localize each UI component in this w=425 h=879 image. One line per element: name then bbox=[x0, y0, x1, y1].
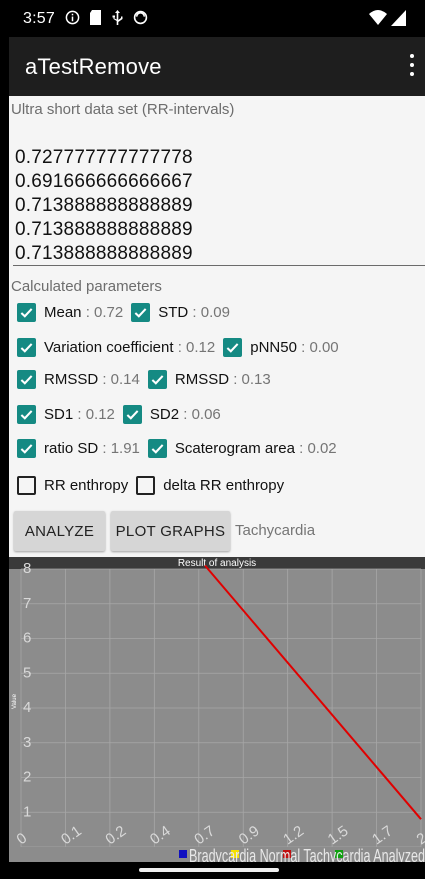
navigation-bar bbox=[9, 862, 425, 879]
param-checkbox[interactable]: Variation coefficient : 0.12 bbox=[17, 338, 215, 357]
status-time: 3:57 bbox=[23, 9, 55, 27]
checkbox-checked-icon[interactable] bbox=[17, 303, 36, 322]
rr-value-line: 0.727777777777778 bbox=[15, 147, 193, 168]
param-checkbox[interactable]: SD2 : 0.06 bbox=[122, 405, 221, 424]
wifi-icon bbox=[369, 10, 387, 31]
analyze-button[interactable]: ANALYZE bbox=[14, 511, 105, 551]
checkbox-checked-icon[interactable] bbox=[147, 439, 167, 458]
param-value: : 0.02 bbox=[294, 440, 337, 457]
usb-icon bbox=[111, 10, 124, 27]
home-gesture-pill[interactable] bbox=[139, 868, 279, 872]
rr-value-line: 0.713888888888889 bbox=[15, 195, 193, 216]
checkbox-checked-icon[interactable] bbox=[223, 338, 243, 357]
param-checkbox[interactable]: Mean : 0.72 bbox=[17, 303, 123, 322]
checkbox-unchecked-icon[interactable] bbox=[136, 476, 156, 495]
rr-intervals-input[interactable]: 0.727777777777778 0.691666666666667 0.7138… bbox=[15, 146, 425, 266]
overflow-menu-icon[interactable] bbox=[409, 54, 415, 76]
param-value: : 1.91 bbox=[98, 440, 140, 457]
param-checkbox[interactable]: SD1 : 0.12 bbox=[17, 405, 115, 424]
param-name: Mean bbox=[44, 304, 82, 321]
sync-icon bbox=[133, 10, 148, 27]
param-name: SD1 bbox=[44, 406, 74, 423]
checkbox-unchecked-icon[interactable] bbox=[17, 476, 36, 495]
chart-y-tick-label: 4 bbox=[23, 699, 31, 716]
checkbox-checked-icon[interactable] bbox=[147, 370, 167, 389]
sdcard-icon bbox=[89, 10, 102, 27]
chart-y-tick-label: 7 bbox=[23, 595, 31, 612]
checkbox-checked-icon[interactable] bbox=[131, 303, 151, 322]
chart-title: Result of analysis bbox=[178, 558, 256, 569]
chart-y-tick-label: 3 bbox=[23, 734, 31, 751]
param-value: : 0.72 bbox=[81, 304, 124, 321]
checkbox-checked-icon[interactable] bbox=[122, 405, 142, 424]
param-checkbox[interactable]: RMSSD : 0.14 bbox=[17, 370, 140, 389]
param-value: : 0.09 bbox=[188, 304, 230, 321]
param-row: ratio SD : 1.91 Scaterogram area : 0.02 bbox=[17, 439, 345, 458]
checkbox-checked-icon[interactable] bbox=[17, 405, 36, 424]
param-name: RMSSD bbox=[174, 371, 230, 388]
chart-y-tick-label: 1 bbox=[23, 803, 31, 820]
checkbox-checked-icon[interactable] bbox=[17, 370, 36, 389]
signal-icon bbox=[391, 10, 407, 31]
param-checkbox[interactable]: RR enthropy bbox=[17, 476, 128, 495]
info-icon bbox=[65, 10, 80, 27]
params-section-label: Calculated parameters bbox=[11, 278, 162, 295]
param-checkbox[interactable]: delta RR enthropy bbox=[136, 476, 284, 495]
param-name: pNN50 bbox=[250, 339, 297, 356]
param-row: SD1 : 0.12 SD2 : 0.06 bbox=[17, 405, 229, 424]
chart-legend-swatch bbox=[179, 850, 187, 858]
chart-y-tick-label: 8 bbox=[23, 560, 31, 577]
param-checkbox[interactable]: RMSSD : 0.13 bbox=[147, 370, 271, 389]
chart-y-tick-label: 6 bbox=[23, 630, 31, 647]
chart-y-tick-label: 2 bbox=[23, 769, 31, 786]
rr-value-line: 0.713888888888889 bbox=[15, 219, 193, 240]
param-value: : 0.00 bbox=[296, 339, 339, 356]
param-row: RMSSD : 0.14 RMSSD : 0.13 bbox=[17, 370, 279, 389]
rr-value-line: 0.691666666666667 bbox=[15, 171, 193, 192]
chart-svg: Result of analysis123456780 0.1 0.2 0.4 0.7 0… bbox=[9, 557, 425, 862]
rr-section-label: Ultra short data set (RR-intervals) bbox=[11, 101, 235, 118]
phone-screen: 3:57 aTestRemove Ultra short data set (R… bbox=[9, 0, 425, 879]
param-checkbox[interactable]: ratio SD : 1.91 bbox=[17, 439, 140, 458]
chart-y-tick-label: 5 bbox=[23, 664, 31, 681]
param-name: RMSSD bbox=[44, 371, 99, 388]
result-chart[interactable]: Result of analysis 1 2 3 4 5 6 7 8 0 0.1 0.2 0.4 0.7 0… bbox=[9, 557, 425, 862]
param-checkbox[interactable]: STD : 0.09 bbox=[131, 303, 230, 322]
plot-graphs-button[interactable]: PLOT GRAPHS bbox=[111, 511, 230, 551]
param-value: : 0.12 bbox=[73, 406, 115, 423]
param-value: : 0.12 bbox=[173, 339, 216, 356]
param-row: Mean : 0.72 STD : 0.09 bbox=[17, 303, 238, 322]
rr-value-line: 0.713888888888889 bbox=[15, 243, 193, 264]
param-name: ratio SD bbox=[44, 440, 99, 457]
param-value: : 0.13 bbox=[229, 371, 271, 388]
checkbox-checked-icon[interactable] bbox=[17, 439, 36, 458]
param-name: SD2 bbox=[149, 406, 180, 423]
result-status-text: Tachycardia bbox=[235, 522, 316, 539]
app-bar: aTestRemove bbox=[9, 37, 425, 96]
param-value: : 0.14 bbox=[98, 371, 140, 388]
app-title: aTestRemove bbox=[25, 53, 162, 79]
rr-input-underline bbox=[13, 265, 425, 266]
chart-y-axis-label: Value bbox=[12, 693, 18, 709]
param-row: Variation coefficient : 0.12 pNN50 : 0.00 bbox=[17, 338, 347, 357]
param-name: Variation coefficient bbox=[44, 339, 174, 356]
param-row: RR enthropy delta RR enthropy bbox=[17, 476, 292, 495]
param-name: Scaterogram area bbox=[174, 440, 295, 457]
chart-legend-text: Bradycardia Normal Tachycardia Analyzed bbox=[189, 846, 425, 862]
status-bar: 3:57 bbox=[9, 0, 425, 37]
checkbox-checked-icon[interactable] bbox=[17, 338, 36, 357]
param-name: delta RR enthropy bbox=[163, 477, 285, 494]
param-name: STD bbox=[158, 304, 189, 321]
param-name: RR enthropy bbox=[44, 477, 129, 494]
param-checkbox[interactable]: pNN50 : 0.00 bbox=[223, 338, 339, 357]
param-value: : 0.06 bbox=[179, 406, 221, 423]
param-checkbox[interactable]: Scaterogram area : 0.02 bbox=[147, 439, 337, 458]
